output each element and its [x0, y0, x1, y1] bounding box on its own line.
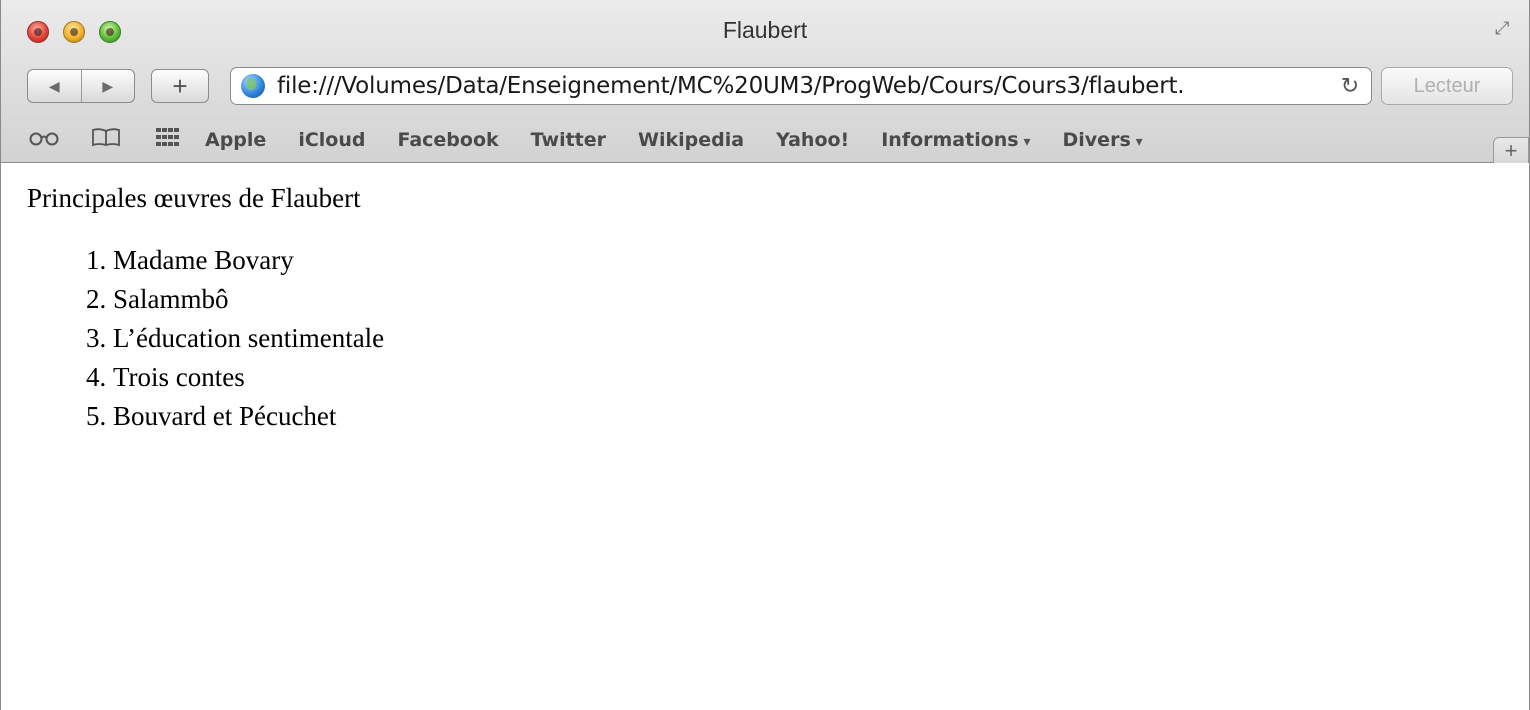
- back-button[interactable]: ◀: [28, 70, 81, 102]
- page-heading: Principales œuvres de Flaubert: [27, 183, 361, 213]
- fullscreen-icon[interactable]: ⤢: [1495, 18, 1517, 40]
- list-item: L’éducation sentimentale: [113, 319, 1503, 358]
- browser-window: Flaubert ⤢ ◀ ▶ + file:///Volumes/Data/En…: [0, 0, 1530, 710]
- bookmarks-book-icon[interactable]: [89, 127, 123, 153]
- bookmark-twitter[interactable]: Twitter: [531, 129, 606, 151]
- list-item: Bouvard et Pécuchet: [113, 397, 1503, 436]
- add-bookmark-button[interactable]: +: [151, 69, 209, 103]
- list-item: Madame Bovary: [113, 241, 1503, 280]
- top-sites-grid-icon[interactable]: [151, 128, 185, 152]
- window-title: Flaubert: [722, 17, 808, 43]
- globe-icon: [241, 74, 265, 98]
- bookmark-folder-informations[interactable]: Informations: [881, 129, 1030, 151]
- bookmarks-bar: Apple iCloud Facebook Twitter Wikipedia …: [1, 120, 1529, 160]
- reading-list-icon[interactable]: [27, 129, 61, 152]
- browser-chrome: Flaubert ⤢ ◀ ▶ + file:///Volumes/Data/En…: [1, 0, 1529, 163]
- navigation-toolbar: ◀ ▶ + file:///Volumes/Data/Enseignement/…: [1, 66, 1529, 108]
- bookmark-facebook[interactable]: Facebook: [397, 129, 498, 151]
- reader-button[interactable]: Lecteur: [1381, 67, 1513, 105]
- new-tab-button[interactable]: +: [1493, 137, 1529, 163]
- back-forward-group: ◀ ▶: [27, 69, 135, 103]
- forward-button[interactable]: ▶: [80, 70, 135, 102]
- works-list: Madame Bovary Salammbô L’éducation senti…: [27, 241, 1503, 436]
- list-item: Trois contes: [113, 358, 1503, 397]
- bookmark-items: Apple iCloud Facebook Twitter Wikipedia …: [205, 129, 1175, 151]
- bookmark-apple[interactable]: Apple: [205, 129, 266, 151]
- list-item: Salammbô: [113, 280, 1503, 319]
- url-field[interactable]: file:///Volumes/Data/Enseignement/MC%20U…: [277, 73, 1335, 99]
- title-bar: Flaubert ⤢: [1, 0, 1529, 60]
- bookmark-folder-divers[interactable]: Divers: [1063, 129, 1143, 151]
- bookmark-icloud[interactable]: iCloud: [298, 129, 365, 151]
- bookmark-yahoo[interactable]: Yahoo!: [776, 129, 849, 151]
- page-content: Principales œuvres de Flaubert Madame Bo…: [1, 163, 1529, 456]
- address-bar[interactable]: file:///Volumes/Data/Enseignement/MC%20U…: [230, 67, 1372, 105]
- reload-icon[interactable]: ↻: [1335, 73, 1365, 99]
- bookmark-wikipedia[interactable]: Wikipedia: [638, 129, 744, 151]
